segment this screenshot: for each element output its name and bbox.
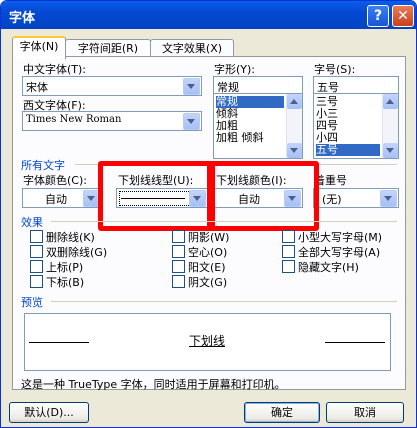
scroll-up-icon[interactable] (383, 94, 398, 109)
font-size-list[interactable]: 三号 小三 四号 小四 五号 (313, 93, 399, 159)
help-button[interactable]: ? (367, 5, 389, 27)
chevron-down-icon[interactable] (183, 113, 200, 130)
emphasis-value: (无) (322, 193, 342, 206)
western-font-value: Times New Roman (26, 114, 122, 125)
font-color-value: 自动 (45, 193, 67, 206)
hidden-label[interactable]: 隐藏文字(H) (298, 259, 359, 275)
subscript-checkbox[interactable] (30, 275, 43, 288)
double-strikethrough-checkbox[interactable] (30, 245, 43, 258)
scroll-up-icon[interactable] (287, 94, 302, 109)
strikethrough-label[interactable]: 删除线(K) (46, 229, 95, 245)
preview-rule-left (29, 342, 89, 343)
small-caps-checkbox[interactable] (282, 230, 295, 243)
scroll-down-icon[interactable] (383, 143, 398, 158)
emboss-checkbox[interactable] (172, 260, 185, 273)
font-color-label: 字体颜色(C): (23, 174, 87, 187)
superscript-label[interactable]: 上标(P) (46, 259, 83, 275)
scroll-down-icon[interactable] (287, 143, 302, 158)
all-text-group-label: 所有文字 (21, 159, 65, 172)
superscript-checkbox[interactable] (30, 260, 43, 273)
shadow-checkbox[interactable] (172, 230, 185, 243)
scrollbar[interactable] (382, 94, 398, 158)
shadow-label[interactable]: 阴影(W) (188, 229, 229, 245)
font-info-text: 这是一种 TrueType 字体，同时适用于屏幕和打印机。 (21, 378, 286, 391)
font-style-label: 字形(Y): (214, 63, 256, 76)
list-item[interactable]: 加粗 倾斜 (216, 132, 264, 144)
western-font-combo[interactable]: Times New Roman (22, 111, 202, 131)
cancel-button[interactable]: 取消 (326, 402, 404, 423)
outline-label[interactable]: 空心(O) (188, 244, 227, 260)
engrave-label[interactable]: 阴文(G) (188, 274, 227, 290)
close-button[interactable]: ✕ (392, 5, 414, 27)
tab-font[interactable]: 字体(N) (12, 36, 66, 59)
list-item[interactable]: 五号 (316, 144, 380, 156)
chinese-font-combo[interactable]: 宋体 (22, 76, 202, 96)
emphasis-combo[interactable]: (无) (313, 188, 399, 208)
chinese-font-label: 中文字体(T): (23, 63, 87, 76)
chevron-down-icon[interactable] (183, 78, 200, 95)
default-button[interactable]: 默认(D)... (9, 402, 89, 423)
chinese-font-value: 宋体 (26, 81, 48, 94)
tab-text-effects[interactable]: 文字效果(X) (150, 39, 234, 57)
window-title: 字体 (9, 11, 36, 26)
font-dialog: 字体 ? ✕ 字体(N) 字符间距(R) 文字效果(X) 中文字体(T): 宋体… (0, 0, 417, 428)
font-style-list[interactable]: 常规 倾斜 加粗 加粗 倾斜 (213, 93, 303, 159)
chevron-down-icon[interactable] (380, 190, 397, 207)
font-color-combo[interactable]: 自动 (22, 188, 102, 208)
double-strikethrough-label[interactable]: 双删除线(G) (46, 244, 107, 260)
preview-sample-text: 下划线 (189, 334, 226, 348)
small-caps-label[interactable]: 小型大写字母(M) (298, 229, 382, 245)
engrave-checkbox[interactable] (172, 275, 185, 288)
title-bar[interactable]: 字体 ? ✕ (1, 1, 416, 29)
subscript-label[interactable]: 下标(B) (46, 274, 84, 290)
divider (51, 301, 397, 302)
all-caps-checkbox[interactable] (282, 245, 295, 258)
strikethrough-checkbox[interactable] (30, 230, 43, 243)
divider (51, 221, 397, 222)
outline-checkbox[interactable] (172, 245, 185, 258)
effects-group-label: 效果 (21, 216, 43, 229)
emboss-label[interactable]: 阳文(E) (188, 259, 226, 275)
tab-character-spacing[interactable]: 字符间距(R) (65, 39, 151, 57)
preview-group-label: 预览 (21, 296, 43, 309)
hidden-checkbox[interactable] (282, 260, 295, 273)
preview-box: 下划线 (24, 313, 391, 371)
scrollbar[interactable] (286, 94, 302, 158)
ok-button[interactable]: 确定 (244, 402, 320, 423)
all-caps-label[interactable]: 全部大写字母(A) (298, 244, 380, 260)
preview-rule-right (325, 342, 385, 343)
font-size-label: 字号(S): (314, 63, 356, 76)
